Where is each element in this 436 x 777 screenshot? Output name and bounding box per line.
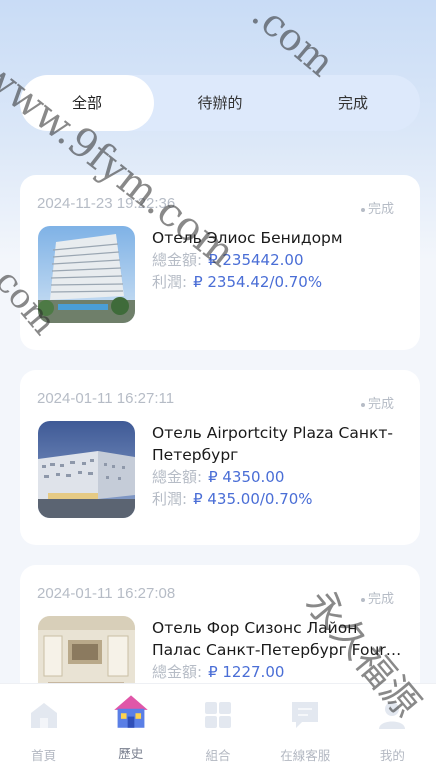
status-badge: 完成 [360,198,394,217]
profit-label: 利潤: [152,273,188,291]
profit-label: 利潤: [152,490,188,508]
nav-profile-label: 我的 [379,748,405,763]
user-icon [379,702,406,729]
hotel-name: Отель Элиос Бенидорм [152,229,343,247]
nav-combo[interactable]: 組合 [174,684,261,777]
hotel-photo [38,226,135,323]
nav-home-label: 首頁 [31,748,57,763]
hotel-photo [38,616,135,683]
hotel-name: Отель Фор Сизонс Лайон Палас Санкт-Петер… [152,619,386,659]
order-card[interactable]: 2024-01-11 16:27:08 完成 Отель Фор Сизонс … [20,565,420,683]
total-label: 總金額: [152,468,203,486]
status-badge: 完成 [360,393,394,412]
nav-support[interactable]: 在線客服 [262,684,349,777]
order-card[interactable]: 2024-01-11 16:27:11 完成 Отель Airportcity… [20,370,420,545]
home-icon [30,703,57,728]
total-amount: ₽ 4350.00 [208,468,285,486]
grid-icon [205,702,231,728]
nav-home[interactable]: 首頁 [0,684,87,777]
order-time: 2024-01-11 16:27:08 [37,585,176,602]
nav-profile[interactable]: 我的 [349,684,436,777]
nav-history[interactable]: 歷史 [87,684,174,777]
chat-icon [292,702,319,728]
total-label: 總金額: [152,663,203,681]
hotel-photo [38,421,135,518]
order-time: 2024-01-11 16:27:11 [37,390,175,407]
nav-history-label: 歷史 [118,746,144,761]
total-amount: ₽ 1227.00 [208,663,285,681]
tab-completed[interactable]: 完成 [286,75,420,131]
nav-support-label: 在線客服 [280,748,331,763]
hotel-name: Отель Airportcity Plaza Санкт-Петербург [152,424,393,464]
total-label: 總金額: [152,251,203,269]
tab-pending[interactable]: 待辦的 [154,75,286,131]
order-card[interactable]: 2024-11-23 19:22:36 完成 Отель Элиос Бенид… [20,175,420,350]
status-tabs: 全部 待辦的 完成 [20,75,420,131]
order-time: 2024-11-23 19:22:36 [37,195,176,212]
bottom-navigation: 首頁 歷史 組合 在線客服 我的 [0,683,436,777]
history-house-icon [114,695,148,728]
total-amount: ₽ 235442.00 [208,251,304,269]
nav-combo-label: 組合 [205,748,231,763]
profit-amount: ₽ 2354.42/0.70% [193,273,323,291]
profit-amount: ₽ 435.00/0.70% [193,490,313,508]
status-badge: 完成 [360,588,394,607]
tab-all[interactable]: 全部 [20,75,154,131]
